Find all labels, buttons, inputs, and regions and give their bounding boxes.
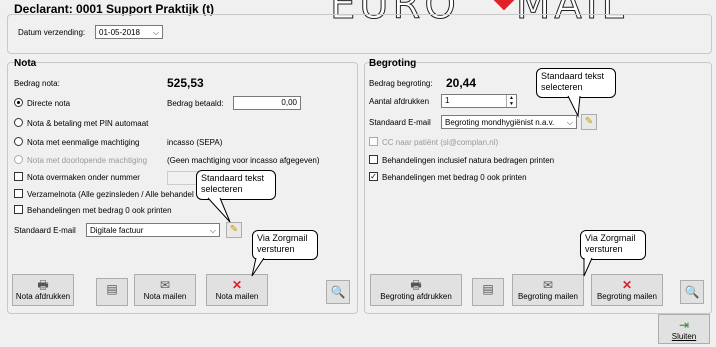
begroting-zorgmail-button[interactable]: ✕ Begroting mailen <box>591 274 663 306</box>
check-overmaken[interactable] <box>14 172 23 181</box>
mail-icon: ✉ <box>159 278 171 292</box>
aantal-afdrukken-label: Aantal afdrukken <box>369 97 430 106</box>
check-verzamelnota[interactable] <box>14 189 23 198</box>
begroting-zorgmail-label: Begroting mailen <box>596 292 658 301</box>
radio-directe-nota[interactable] <box>14 98 23 107</box>
nota-zorgmail-label: Nota mailen <box>215 292 259 301</box>
callout-zorgmail-begroting: Via Zorgmail versturen <box>580 230 646 260</box>
aantal-afdrukken-input[interactable]: 1 ▲ ▼ <box>441 94 517 108</box>
nota-mailen-button[interactable]: ✉ Nota mailen <box>134 274 196 306</box>
nota-bedrag-label: Bedrag nota: <box>14 79 60 88</box>
mail-icon: ✉ <box>542 278 554 292</box>
nota-preview-multi-button[interactable]: ▤ <box>96 278 128 306</box>
begroting-mailen-button[interactable]: ✉ Begroting mailen <box>512 274 584 306</box>
multi-print-icon: ▤ <box>106 282 118 296</box>
datum-value: 01-05-2018 <box>99 28 140 37</box>
begroting-email-value: Begroting mondhygiënist n.a.v. <box>445 118 555 127</box>
check-cc-patient <box>369 137 378 146</box>
radio-doorlopende-machtiging <box>14 155 23 164</box>
nota-afdrukken-label: Nota afdrukken <box>15 292 71 301</box>
zorgmail-x-icon: ✕ <box>621 278 633 292</box>
machtiging-text: (Geen machtiging voor incasso afgegeven) <box>167 156 320 165</box>
nota-zorgmail-button[interactable]: ✕ Nota mailen <box>206 274 268 306</box>
begroting-afdrukken-button[interactable]: 🖶 Begroting afdrukken <box>370 274 462 306</box>
begroting-title: Begroting <box>369 58 417 69</box>
spinner-icon[interactable]: ▲ ▼ <box>506 95 516 107</box>
check-nota-bedrag0[interactable] <box>14 205 23 214</box>
nota-mailen-label: Nota mailen <box>143 292 187 301</box>
nota-betaald-input[interactable]: 0,00 <box>233 96 301 110</box>
begroting-preview-multi-button[interactable]: ▤ <box>472 278 504 306</box>
callout-standaard-tekst-begroting: Standaard tekst selecteren <box>536 68 616 98</box>
incasso-text: incasso (SEPA) <box>167 138 223 147</box>
radio-doorlopende-label: Nota met doorlopende machtiging <box>27 156 148 165</box>
nota-afdrukken-button[interactable]: 🖶 Nota afdrukken <box>12 274 74 306</box>
callout-pointer <box>567 95 581 118</box>
magnifier-icon: 🔍 <box>684 285 700 299</box>
zorgmail-x-icon: ✕ <box>231 278 243 292</box>
check-nota-bedrag0-label: Behandelingen met bedrag 0 ook printen <box>27 206 172 215</box>
callout-standaard-tekst-nota: Standaard tekst selecteren <box>196 170 276 200</box>
begroting-mailen-label: Begroting mailen <box>517 292 579 301</box>
aantal-afdrukken-value: 1 <box>445 96 450 105</box>
chevron-down-icon: ⌵ <box>152 28 159 37</box>
begroting-afdrukken-label: Begroting afdrukken <box>380 292 452 301</box>
callout-pointer <box>251 257 265 277</box>
check-begroting-bedrag0[interactable]: ✓ <box>369 172 378 181</box>
printer-icon: 🖶 <box>410 278 422 292</box>
begroting-bedrag-value: 20,44 <box>446 76 477 90</box>
begroting-preview-button[interactable]: 🔍 <box>680 280 704 304</box>
callout-zorgmail-nota: Via Zorgmail versturen <box>252 230 318 260</box>
datum-label: Datum verzending: <box>18 28 86 37</box>
multi-print-icon: ▤ <box>482 282 494 296</box>
callout-pointer <box>207 197 231 223</box>
nota-bedrag-value: 525,53 <box>167 76 204 90</box>
printer-icon: 🖶 <box>37 278 49 292</box>
radio-directe-nota-label: Directe nota <box>27 99 71 108</box>
check-natura-label: Behandelingen inclusief natura bedragen … <box>382 156 555 165</box>
begroting-email-label: Standaard E-mail <box>369 118 431 127</box>
callout-pointer <box>583 257 593 277</box>
nota-betaald-label: Bedrag betaald: <box>167 99 224 108</box>
radio-eenmalige-label: Nota met eenmalige machtiging <box>27 138 140 147</box>
datum-select[interactable]: 01-05-2018 ⌵ <box>95 25 163 39</box>
chevron-down-icon: ⌵ <box>566 118 573 127</box>
check-cc-patient-label: CC naar patiënt (sl@complan.nl) <box>382 138 499 147</box>
begroting-bedrag-label: Bedrag begroting: <box>369 79 433 88</box>
nota-email-label: Standaard E-mail <box>14 226 76 235</box>
begroting-email-select[interactable]: Begroting mondhygiënist n.a.v. ⌵ <box>441 115 577 129</box>
nota-preview-button[interactable]: 🔍 <box>326 280 350 304</box>
check-verzamelnota-label: Verzamelnota (Alle gezinsleden / Alle be… <box>27 190 194 199</box>
sluiten-button[interactable]: ⇥ Sluiten <box>658 314 710 344</box>
check-overmaken-label: Nota overmaken onder nummer <box>27 173 140 182</box>
radio-pin[interactable] <box>14 118 23 127</box>
sluiten-label: Sluiten <box>671 332 697 341</box>
exit-door-icon: ⇥ <box>678 318 690 332</box>
radio-pin-label: Nota & betaling met PIN automaat <box>27 119 149 128</box>
radio-eenmalige-machtiging[interactable] <box>14 137 23 146</box>
nota-email-value: Digitale factuur <box>90 226 144 235</box>
magnifier-icon: 🔍 <box>330 285 346 299</box>
check-begroting-bedrag0-label: Behandelingen met bedrag 0 ook printen <box>382 173 527 182</box>
check-natura[interactable] <box>369 155 378 164</box>
nota-title: Nota <box>14 58 37 69</box>
